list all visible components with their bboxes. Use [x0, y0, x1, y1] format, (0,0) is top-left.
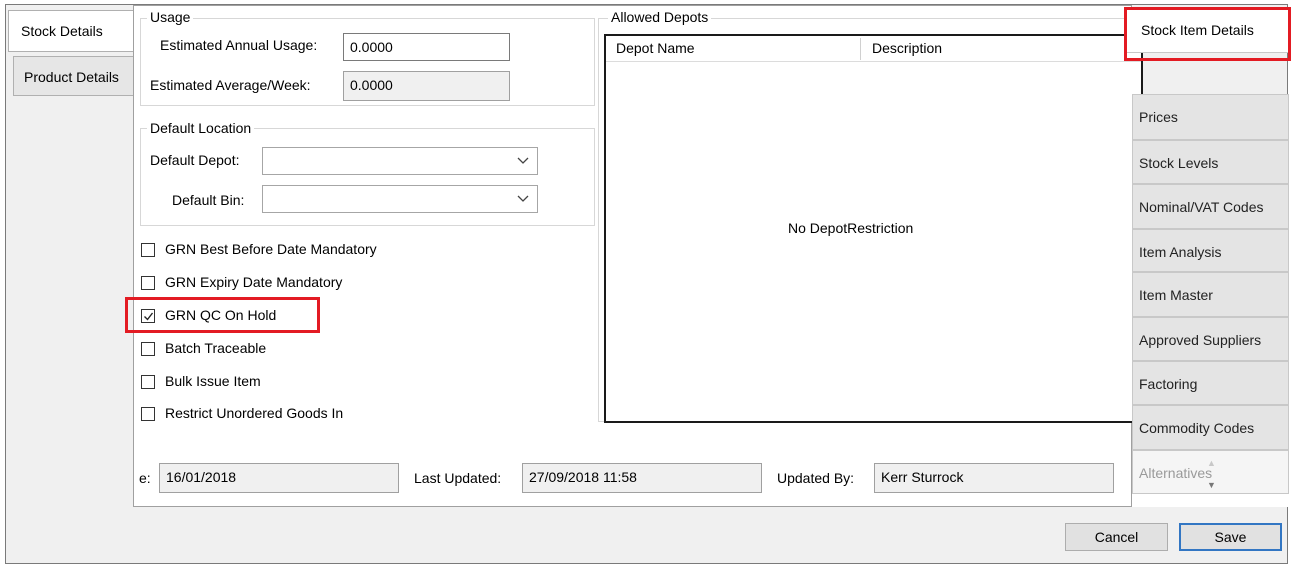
- tab-approved-suppliers[interactable]: Approved Suppliers: [1132, 317, 1289, 361]
- checkbox-box[interactable]: [141, 243, 155, 257]
- tab-product-details-label: Product Details: [24, 69, 119, 85]
- last-updated-input: 27/09/2018 11:58: [522, 463, 762, 493]
- highlight-stock-item-details: [1124, 7, 1291, 61]
- column-divider: [860, 38, 861, 60]
- average-week-label: Estimated Average/Week:: [150, 77, 311, 93]
- column-header-description[interactable]: Description: [872, 40, 942, 56]
- save-button[interactable]: Save: [1179, 523, 1282, 551]
- chevron-down-icon: [517, 153, 529, 168]
- checkbox-label: Restrict Unordered Goods In: [165, 405, 344, 421]
- checkbox-bulk-issue[interactable]: Bulk Issue Item: [141, 373, 541, 393]
- tab-label: Commodity Codes: [1139, 420, 1255, 436]
- tab-label: Item Master: [1139, 287, 1213, 303]
- tab-stock-details[interactable]: Stock Details: [8, 10, 134, 52]
- tab-label: Prices: [1139, 109, 1178, 125]
- checkbox-restrict-unordered[interactable]: Restrict Unordered Goods In: [141, 405, 541, 425]
- cancel-button[interactable]: Cancel: [1065, 523, 1168, 551]
- checkbox-grn-best-before[interactable]: GRN Best Before Date Mandatory: [141, 241, 541, 261]
- checkbox-box[interactable]: [141, 342, 155, 356]
- tab-label: Stock Levels: [1139, 155, 1219, 171]
- checkbox-box[interactable]: [141, 407, 155, 421]
- default-bin-label: Default Bin:: [172, 192, 245, 208]
- scroll-down-icon[interactable]: ▼: [1207, 480, 1216, 490]
- checkbox-label: GRN Best Before Date Mandatory: [165, 241, 377, 257]
- created-date-input: 16/01/2018: [159, 463, 399, 493]
- checkbox-label: Bulk Issue Item: [165, 373, 261, 389]
- tab-nominal-vat-codes[interactable]: Nominal/VAT Codes: [1132, 184, 1289, 229]
- default-location-legend: Default Location: [147, 120, 255, 136]
- column-header-depot-name[interactable]: Depot Name: [616, 40, 695, 56]
- scroll-up-icon[interactable]: ▲: [1207, 458, 1216, 468]
- tab-product-details[interactable]: Product Details: [13, 56, 134, 96]
- tab-factoring[interactable]: Factoring: [1132, 361, 1289, 405]
- tab-stock-details-label: Stock Details: [21, 23, 103, 39]
- tab-label: Alternatives: [1139, 465, 1213, 481]
- chevron-down-icon: [517, 191, 529, 206]
- tab-prices[interactable]: Prices: [1132, 94, 1289, 140]
- highlight-grn-qc-on-hold: [125, 297, 320, 333]
- allowed-depots-legend: Allowed Depots: [608, 9, 712, 25]
- tab-item-master[interactable]: Item Master: [1132, 272, 1289, 317]
- tab-label: Nominal/VAT Codes: [1139, 199, 1264, 215]
- annual-usage-label: Estimated Annual Usage:: [160, 37, 318, 53]
- tab-label: Item Analysis: [1139, 244, 1222, 260]
- no-depot-restriction-text: No DepotRestriction: [788, 220, 914, 236]
- checkbox-label: GRN Expiry Date Mandatory: [165, 274, 343, 290]
- updated-by-label: Updated By:: [777, 470, 855, 486]
- checkbox-batch-traceable[interactable]: Batch Traceable: [141, 340, 541, 360]
- checkbox-box[interactable]: [141, 276, 155, 290]
- checkbox-label: Batch Traceable: [165, 340, 267, 356]
- checkbox-box[interactable]: [141, 375, 155, 389]
- created-label: e:: [139, 470, 151, 486]
- default-depot-select[interactable]: [262, 147, 538, 175]
- default-depot-label: Default Depot:: [150, 152, 240, 168]
- default-bin-select[interactable]: [262, 185, 538, 213]
- tab-commodity-codes[interactable]: Commodity Codes: [1132, 405, 1289, 450]
- tab-label: Factoring: [1139, 376, 1198, 392]
- updated-by-input: Kerr Sturrock: [874, 463, 1114, 493]
- last-updated-label: Last Updated:: [414, 470, 502, 486]
- average-week-input: 0.0000: [343, 71, 510, 101]
- tab-stock-levels[interactable]: Stock Levels: [1132, 140, 1289, 184]
- tab-item-analysis[interactable]: Item Analysis: [1132, 229, 1289, 272]
- usage-legend: Usage: [147, 9, 194, 25]
- checkbox-grn-expiry[interactable]: GRN Expiry Date Mandatory: [141, 274, 541, 294]
- tab-label: Approved Suppliers: [1139, 332, 1262, 348]
- allowed-depots-grid[interactable]: Depot Name Description No DepotRestricti…: [604, 34, 1143, 423]
- annual-usage-input[interactable]: 0.0000: [343, 33, 510, 61]
- tab-scroll-area: [1132, 494, 1289, 507]
